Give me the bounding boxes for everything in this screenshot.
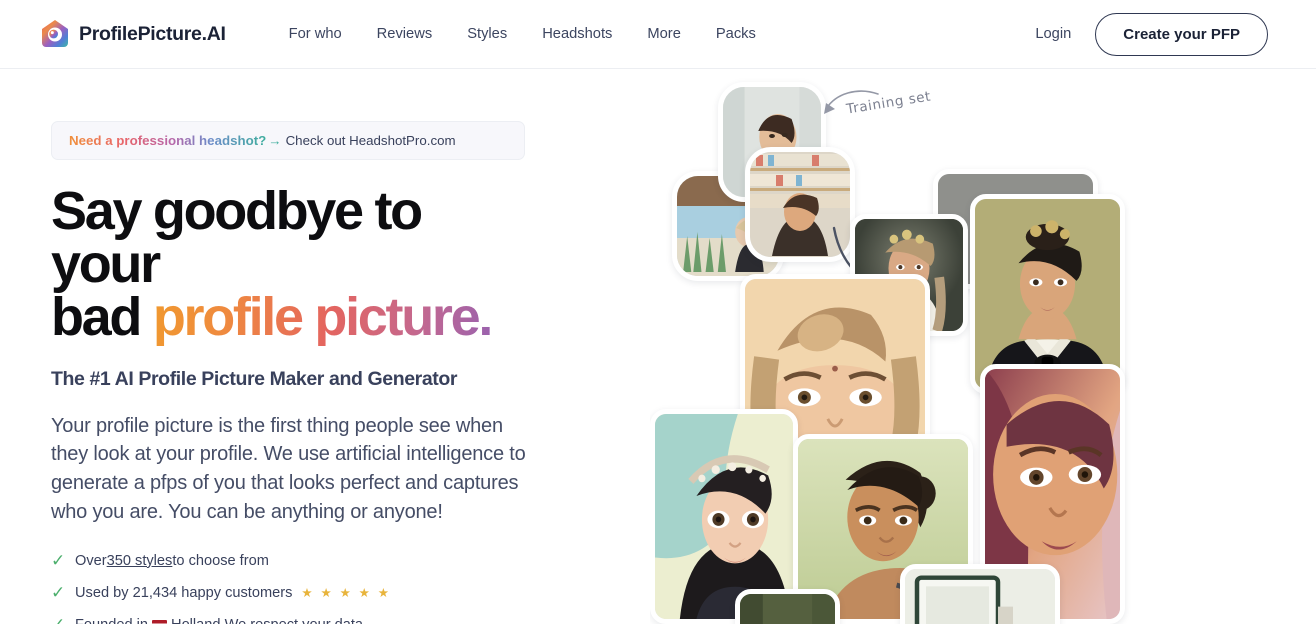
feature-text-post: Holland. (171, 617, 225, 624)
primary-nav: For who Reviews Styles Headshots More Pa… (289, 26, 756, 42)
hero-section: Need a professional headshot? → Check ou… (0, 69, 1316, 624)
promo-arrow-icon: → (268, 133, 282, 148)
styles-link[interactable]: 350 styles (107, 553, 173, 569)
list-item: ✓ Founded in Holland. We respect your da… (51, 616, 640, 624)
check-icon: ✓ (51, 583, 66, 603)
feature-list: ✓ Over 350 styles to choose from ✓ Used … (51, 552, 640, 624)
generated-photo-mirror (900, 564, 1060, 624)
brand-name: ProfilePicture.AI (79, 22, 226, 45)
headline-line-1: Say goodbye to your (51, 181, 423, 294)
header-actions: Login Create your PFP (1035, 12, 1268, 56)
check-icon: ✓ (51, 616, 65, 624)
nav-item-reviews[interactable]: Reviews (377, 26, 433, 42)
site-header: ProfilePicture.AI For who Reviews Styles… (0, 0, 1316, 69)
headline-line-2-gradient: profile picture. (152, 286, 494, 347)
promo-banner-headline: Need a professional headshot? (69, 133, 267, 148)
feature-text-post: to choose from (172, 552, 269, 569)
headline-line-2-plain: bad (51, 286, 153, 347)
nav-item-packs[interactable]: Packs (716, 26, 756, 42)
star-rating: ★ ★ ★ ★ ★ (301, 586, 392, 601)
list-item: ✓ Used by 21,434 happy customers ★ ★ ★ ★… (51, 584, 640, 601)
login-link[interactable]: Login (1035, 26, 1071, 42)
netherlands-flag-icon (152, 620, 168, 624)
hero-body-copy: Your profile picture is the first thing … (51, 414, 526, 523)
create-your-pfp-button[interactable]: Create your PFP (1095, 12, 1268, 56)
hero-collage: Training set (650, 69, 1316, 624)
nav-item-for-who[interactable]: For who (289, 26, 342, 42)
hero-left-column: Need a professional headshot? → Check ou… (0, 69, 640, 624)
hero-subheadline: The #1 AI Profile Picture Maker and Gene… (51, 367, 458, 390)
nav-item-styles[interactable]: Styles (467, 26, 507, 42)
page-title: Say goodbye to your bad profile picture. (51, 184, 521, 347)
house-avatar-logo-icon (40, 19, 70, 49)
nav-item-headshots[interactable]: Headshots (542, 26, 612, 42)
nav-item-more[interactable]: More (647, 26, 680, 42)
list-item: ✓ Over 350 styles to choose from (51, 552, 640, 569)
feature-text-pre: Founded in (75, 617, 148, 624)
feature-text-pre: Used by 21,434 happy customers (75, 584, 293, 601)
generated-photo-green-small (735, 589, 840, 624)
privacy-link[interactable]: We respect your data. (225, 617, 368, 624)
promo-banner[interactable]: Need a professional headshot? → Check ou… (51, 121, 525, 160)
curved-arrow-icon (824, 90, 879, 114)
check-icon: ✓ (51, 551, 66, 571)
promo-banner-text: Check out HeadshotPro.com (285, 133, 456, 148)
brand-logo-link[interactable]: ProfilePicture.AI (40, 19, 226, 49)
feature-text-pre: Over (75, 552, 107, 569)
